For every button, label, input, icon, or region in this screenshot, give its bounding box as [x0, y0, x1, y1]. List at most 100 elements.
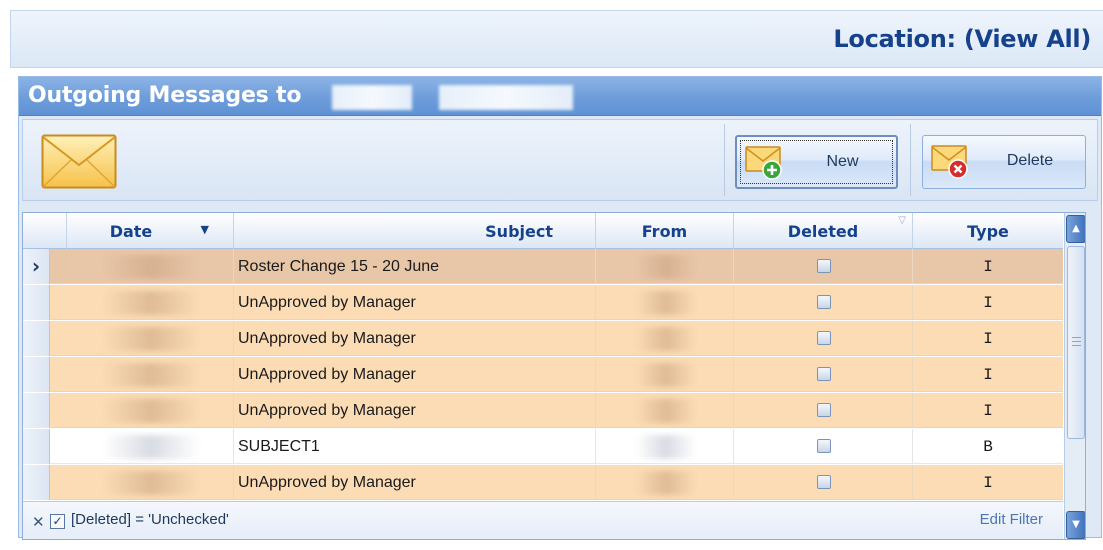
- cell-from[interactable]: [596, 429, 734, 464]
- cell-subject[interactable]: UnApproved by Manager: [234, 465, 596, 500]
- envelope-delete-icon: [931, 145, 968, 179]
- table-row[interactable]: UnApproved by Manager I: [23, 321, 1063, 356]
- cell-subject[interactable]: UnApproved by Manager: [234, 285, 596, 320]
- column-header-date[interactable]: Date ▼: [67, 213, 234, 249]
- table-row[interactable]: UnApproved by Manager I: [23, 285, 1063, 320]
- cell-date[interactable]: [67, 393, 234, 428]
- filter-enabled-checkbox[interactable]: ✓: [50, 514, 65, 529]
- column-header-deleted-label: Deleted: [787, 222, 859, 241]
- column-header-from[interactable]: From: [596, 213, 734, 249]
- cell-from[interactable]: [596, 285, 734, 320]
- deleted-checkbox[interactable]: [817, 439, 831, 453]
- table-row[interactable]: UnApproved by Manager I: [23, 465, 1063, 500]
- cell-subject[interactable]: SUBJECT1: [234, 429, 596, 464]
- redacted-date: [103, 471, 199, 495]
- row-indicator[interactable]: [23, 357, 50, 392]
- cell-date[interactable]: [67, 321, 234, 356]
- redacted-name-part-2: [439, 85, 573, 110]
- cell-date[interactable]: [67, 429, 234, 464]
- filter-expression[interactable]: [Deleted] = 'Unchecked': [71, 511, 229, 528]
- redacted-from: [636, 471, 696, 495]
- delete-button-label: Delete: [1006, 152, 1054, 169]
- column-header-subject[interactable]: Subject: [234, 213, 596, 249]
- toolbar-separator: [724, 124, 725, 196]
- edit-filter-link[interactable]: Edit Filter: [980, 511, 1043, 528]
- cell-from[interactable]: [596, 321, 734, 356]
- cell-deleted: [734, 429, 913, 464]
- scroll-thumb[interactable]: [1067, 246, 1085, 439]
- panel-header: Outgoing Messages to: [19, 77, 1101, 116]
- deleted-checkbox[interactable]: [817, 295, 831, 309]
- cell-deleted: [734, 465, 913, 500]
- column-header-date-label: Date: [109, 222, 153, 241]
- toolbar-separator: [910, 124, 911, 196]
- redacted-from: [636, 399, 696, 423]
- cell-type[interactable]: I: [913, 465, 1063, 500]
- cell-date[interactable]: [67, 357, 234, 392]
- cell-date[interactable]: [67, 285, 234, 320]
- filter-funnel-icon[interactable]: ▼: [201, 223, 209, 237]
- redacted-date: [103, 291, 199, 315]
- column-header-type[interactable]: Type: [913, 213, 1063, 249]
- grid-header: Date ▼ Subject From Deleted ▽ Type: [23, 213, 1063, 249]
- delete-button[interactable]: Delete: [922, 135, 1086, 189]
- redacted-date: [103, 255, 199, 279]
- scroll-down-button[interactable]: ▼: [1066, 511, 1085, 539]
- cell-deleted: [734, 249, 913, 284]
- filter-bar: ✕ ✓ [Deleted] = 'Unchecked' Edit Filter: [23, 501, 1063, 539]
- deleted-checkbox[interactable]: [817, 331, 831, 345]
- table-row[interactable]: UnApproved by Manager I: [23, 393, 1063, 428]
- table-row[interactable]: › Roster Change 15 - 20 June I: [23, 249, 1063, 284]
- table-row[interactable]: SUBJECT1 B: [23, 429, 1063, 464]
- cell-type[interactable]: I: [913, 285, 1063, 320]
- redacted-name-part-1: [332, 85, 412, 110]
- deleted-checkbox[interactable]: [817, 367, 831, 381]
- cell-date[interactable]: [67, 465, 234, 500]
- messages-grid: Date ▼ Subject From Deleted ▽ Type › Rost…: [22, 212, 1086, 540]
- new-button[interactable]: New: [735, 135, 898, 189]
- row-indicator[interactable]: [23, 321, 50, 356]
- clear-filter-icon[interactable]: ✕: [32, 513, 45, 531]
- cell-from[interactable]: [596, 249, 734, 284]
- redacted-date: [103, 327, 199, 351]
- row-indicator[interactable]: ›: [23, 249, 50, 284]
- scroll-up-button[interactable]: ▲: [1066, 215, 1085, 243]
- row-indicator[interactable]: [23, 285, 50, 320]
- cell-subject[interactable]: UnApproved by Manager: [234, 357, 596, 392]
- deleted-checkbox[interactable]: [817, 259, 831, 273]
- redacted-from: [636, 291, 696, 315]
- location-label[interactable]: Location: (View All): [833, 25, 1091, 53]
- cell-type[interactable]: I: [913, 321, 1063, 356]
- redacted-date: [103, 363, 199, 387]
- cell-deleted: [734, 393, 913, 428]
- cell-type[interactable]: B: [913, 429, 1063, 464]
- cell-type[interactable]: I: [913, 393, 1063, 428]
- header-indicator: [23, 213, 67, 249]
- redacted-date: [103, 399, 199, 423]
- new-button-label: New: [826, 153, 859, 170]
- table-row[interactable]: UnApproved by Manager I: [23, 357, 1063, 392]
- cell-subject[interactable]: UnApproved by Manager: [234, 393, 596, 428]
- row-indicator[interactable]: [23, 429, 50, 464]
- vertical-scrollbar[interactable]: ▲ ▼: [1064, 213, 1085, 539]
- column-header-deleted[interactable]: Deleted ▽: [734, 213, 913, 249]
- cell-date[interactable]: [67, 249, 234, 284]
- cell-subject[interactable]: UnApproved by Manager: [234, 321, 596, 356]
- filter-pin-icon[interactable]: ▽: [898, 215, 906, 227]
- redacted-date: [103, 435, 199, 459]
- cell-from[interactable]: [596, 357, 734, 392]
- cell-from[interactable]: [596, 465, 734, 500]
- deleted-checkbox[interactable]: [817, 403, 831, 417]
- cell-subject[interactable]: Roster Change 15 - 20 June: [234, 249, 596, 284]
- cell-from[interactable]: [596, 393, 734, 428]
- row-indicator[interactable]: [23, 465, 50, 500]
- cell-type[interactable]: I: [913, 357, 1063, 392]
- redacted-from: [636, 363, 696, 387]
- envelope-add-icon: [745, 146, 782, 180]
- envelope-icon: [41, 134, 117, 189]
- cell-type[interactable]: I: [913, 249, 1063, 284]
- panel-title: Outgoing Messages to: [28, 83, 302, 108]
- row-indicator[interactable]: [23, 393, 50, 428]
- location-bar: Location: (View All): [10, 10, 1103, 68]
- deleted-checkbox[interactable]: [817, 475, 831, 489]
